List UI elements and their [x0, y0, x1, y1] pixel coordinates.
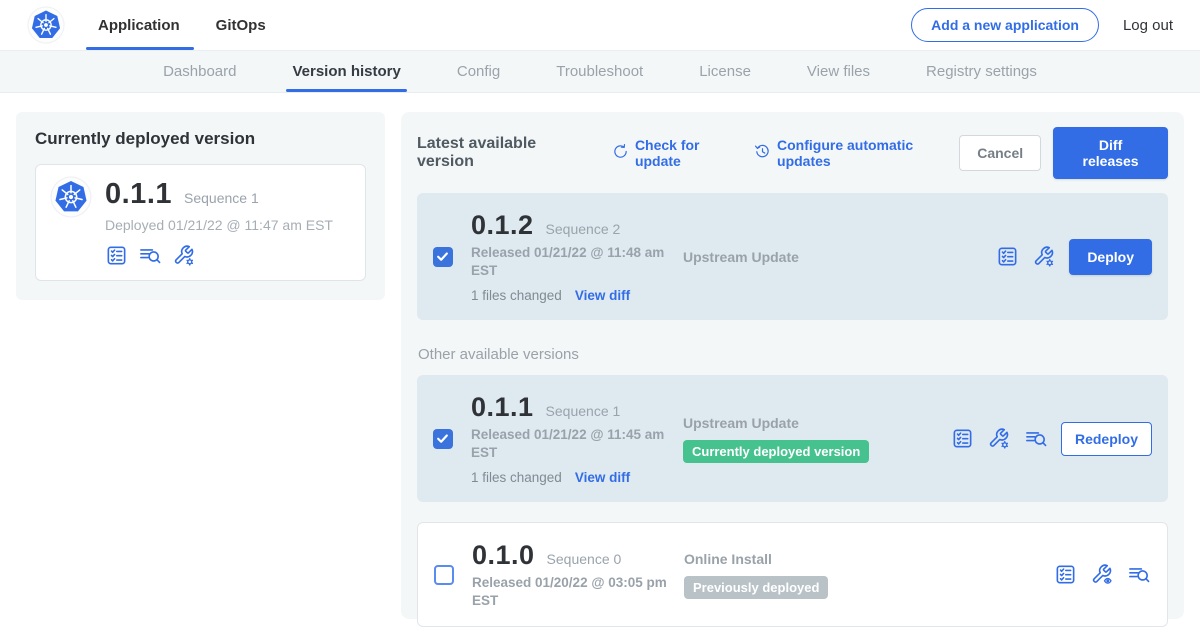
- sequence-label: Sequence 1: [546, 403, 621, 419]
- subnav-item-dashboard[interactable]: Dashboard: [135, 51, 264, 92]
- version-label: 0.1.2: [471, 210, 534, 241]
- diff-releases-button[interactable]: Diff releases: [1053, 127, 1168, 179]
- kubernetes-logo-icon[interactable]: [27, 6, 65, 44]
- version-source-label: Upstream Update: [683, 415, 951, 431]
- sequence-label: Sequence 0: [547, 551, 622, 567]
- deployed-panel-title: Currently deployed version: [35, 129, 366, 149]
- config-edit-icon[interactable]: [172, 244, 196, 267]
- top-tab-application[interactable]: Application: [98, 0, 180, 50]
- available-versions-panel: Latest available version Check for updat…: [401, 112, 1184, 619]
- version-label: 0.1.1: [471, 392, 534, 423]
- deployed-timestamp: Deployed 01/21/22 @ 11:47 am EST: [105, 217, 333, 233]
- sequence-label: Sequence 2: [546, 221, 621, 237]
- main-content: Currently deployed version 0.1.1 Sequenc…: [0, 93, 1200, 619]
- files-changed-label: 1 files changed: [471, 470, 562, 485]
- update-schedule-icon: [754, 143, 771, 163]
- deploy-logs-icon[interactable]: [138, 244, 162, 267]
- refresh-icon: [612, 143, 629, 163]
- deployed-version-label: 0.1.1: [105, 178, 172, 211]
- check-for-update-link[interactable]: Check for update: [612, 137, 742, 169]
- version-label: 0.1.0: [472, 540, 535, 571]
- version-checkbox-0.1.0[interactable]: [434, 565, 454, 585]
- released-timestamp: Released 01/21/22 @ 11:48 amEST: [471, 244, 666, 279]
- deploy-button[interactable]: Deploy: [1069, 239, 1152, 275]
- top-tab-gitops[interactable]: GitOps: [216, 0, 266, 50]
- subnav-item-view-files[interactable]: View files: [779, 51, 898, 92]
- view-diff-link[interactable]: View diff: [575, 288, 630, 303]
- cancel-button[interactable]: Cancel: [959, 135, 1041, 171]
- status-badge: Previously deployed: [684, 576, 828, 599]
- subnav-item-license[interactable]: License: [671, 51, 779, 92]
- status-badge: Currently deployed version: [683, 440, 869, 463]
- deploy-logs-icon[interactable]: [1127, 563, 1151, 586]
- other-available-versions-title: Other available versions: [418, 346, 1168, 363]
- subnav-item-version-history[interactable]: Version history: [264, 51, 428, 92]
- version-checkbox-0.1.2[interactable]: [433, 247, 453, 267]
- logout-button[interactable]: Log out: [1123, 17, 1173, 34]
- view-diff-link[interactable]: View diff: [575, 470, 630, 485]
- add-application-button[interactable]: Add a new application: [911, 8, 1099, 42]
- latest-available-title: Latest available version: [417, 135, 588, 171]
- deployed-version-card: 0.1.1 Sequence 1 Deployed 01/21/22 @ 11:…: [35, 164, 366, 281]
- version-checkbox-0.1.1[interactable]: [433, 429, 453, 449]
- subnav-item-troubleshoot[interactable]: Troubleshoot: [528, 51, 671, 92]
- configure-automatic-updates-link[interactable]: Configure automatic updates: [754, 137, 959, 169]
- files-changed-label: 1 files changed: [471, 288, 562, 303]
- app-icon: [50, 176, 92, 218]
- preflight-checks-icon[interactable]: [105, 244, 128, 267]
- top-nav: ApplicationGitOps Add a new application …: [0, 0, 1200, 50]
- version-source-label: Online Install: [684, 551, 952, 567]
- preflight-checks-icon[interactable]: [951, 427, 974, 450]
- preflight-checks-icon[interactable]: [996, 245, 1019, 268]
- version-source-label: Upstream Update: [683, 249, 951, 265]
- subnav-item-config[interactable]: Config: [429, 51, 528, 92]
- config-edit-icon[interactable]: [987, 427, 1011, 450]
- available-header: Latest available version Check for updat…: [417, 127, 1168, 179]
- version-row-0.1.2: 0.1.2 Sequence 2 Released 01/21/22 @ 11:48…: [417, 193, 1168, 320]
- app-subnav: DashboardVersion historyConfigTroublesho…: [0, 50, 1200, 93]
- version-row-0.1.1: 0.1.1 Sequence 1 Released 01/21/22 @ 11:45…: [417, 375, 1168, 502]
- subnav-item-registry-settings[interactable]: Registry settings: [898, 51, 1065, 92]
- currently-deployed-panel: Currently deployed version 0.1.1 Sequenc…: [16, 112, 385, 300]
- released-timestamp: Released 01/20/22 @ 03:05 pmEST: [472, 574, 667, 609]
- version-row-0.1.0: 0.1.0 Sequence 0 Released 01/20/22 @ 03:05…: [417, 522, 1168, 627]
- config-view-icon[interactable]: [1090, 563, 1114, 586]
- released-timestamp: Released 01/21/22 @ 11:45 amEST: [471, 426, 666, 461]
- config-edit-icon[interactable]: [1032, 245, 1056, 268]
- redeploy-button[interactable]: Redeploy: [1061, 422, 1152, 456]
- deploy-logs-icon[interactable]: [1024, 427, 1048, 450]
- deployed-sequence-label: Sequence 1: [184, 190, 259, 206]
- configure-updates-label: Configure automatic updates: [777, 137, 959, 169]
- check-for-update-label: Check for update: [635, 137, 742, 169]
- top-tabs: Application GitOps: [98, 0, 302, 50]
- deployed-icon-row: [105, 244, 333, 267]
- preflight-checks-icon[interactable]: [1054, 563, 1077, 586]
